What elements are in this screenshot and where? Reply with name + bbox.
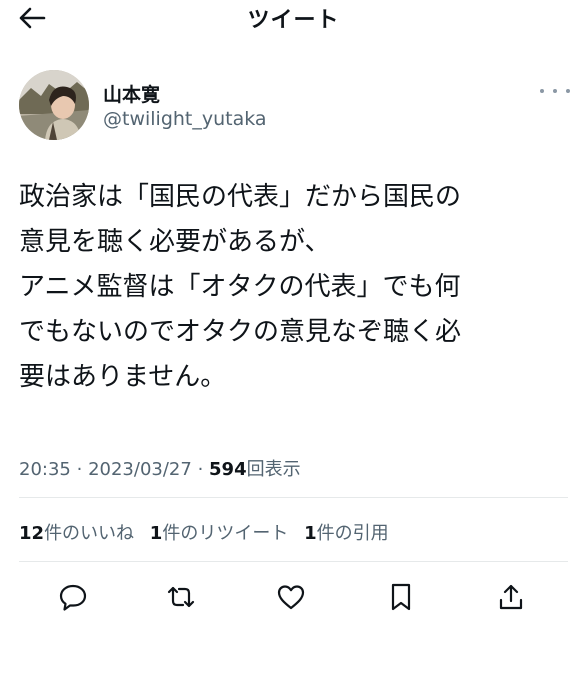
tweet-date[interactable]: 2023/03/27 (88, 459, 192, 480)
display-name[interactable]: 山本寛 (103, 80, 160, 107)
tweet-text: 政治家は「国民の代表」だから国民の 意見を聴く必要があるが、 アニメ監督は「オタ… (19, 175, 579, 400)
tweet-line: 政治家は「国民の代表」だから国民の (19, 182, 462, 212)
meta-separator: · (197, 459, 204, 480)
likes-stat[interactable]: 12件のいいね (19, 519, 134, 545)
more-options-button[interactable] (540, 84, 570, 98)
views-label: 回表示 (246, 459, 301, 480)
like-button[interactable] (274, 580, 308, 614)
engagement-stats: 12件のいいね 1件のリツイート 1件の引用 (19, 519, 399, 545)
bookmark-button[interactable] (384, 580, 418, 614)
quotes-count: 1 (304, 523, 317, 544)
bookmark-icon (391, 583, 411, 611)
tweet-meta: 20:35 · 2023/03/27 · 594回表示 (19, 455, 301, 481)
reply-icon (59, 584, 87, 611)
heart-icon (277, 585, 305, 610)
retweets-stat[interactable]: 1件のリツイート (150, 519, 289, 545)
tweet-line: アニメ監督は「オタクの代表」でも何 (19, 272, 461, 302)
quotes-stat[interactable]: 1件の引用 (304, 519, 389, 545)
quotes-label: 件の引用 (316, 523, 389, 544)
tweet-line: 意見を聴く必要があるが、 (19, 227, 331, 257)
more-horizontal-icon (566, 89, 570, 93)
tweet-line: でもないのでオタクの意見なぞ聴く必 (19, 317, 462, 347)
divider (19, 497, 568, 498)
likes-label: 件のいいね (44, 523, 135, 544)
avatar-photo (19, 70, 89, 140)
share-icon (499, 584, 523, 610)
likes-count: 12 (19, 523, 45, 544)
username[interactable]: @twilight_yutaka (103, 108, 267, 130)
share-button[interactable] (494, 580, 528, 614)
avatar[interactable] (19, 70, 89, 140)
more-horizontal-icon (553, 89, 557, 93)
retweet-icon (167, 586, 195, 608)
views-count: 594 (209, 459, 247, 480)
more-horizontal-icon (540, 89, 544, 93)
retweet-button[interactable] (164, 580, 198, 614)
retweets-count: 1 (149, 523, 163, 544)
reply-button[interactable] (56, 580, 90, 614)
tweet-time[interactable]: 20:35 (19, 459, 71, 480)
page-title: ツイート (247, 8, 340, 33)
divider (19, 561, 568, 562)
meta-separator: · (76, 459, 83, 480)
tweet-line: 要はありません。 (19, 362, 227, 392)
top-bar: ツイート (0, 0, 587, 40)
retweets-label: 件のリツイート (162, 523, 289, 544)
